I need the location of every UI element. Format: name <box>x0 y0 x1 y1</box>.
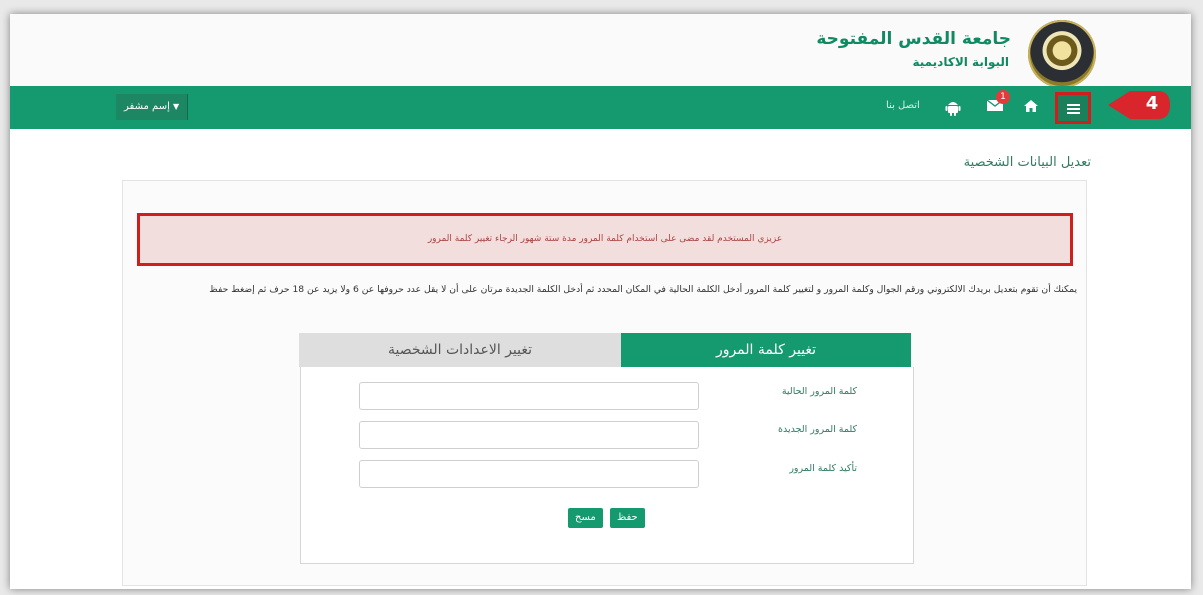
university-name: جامعة القدس المفتوحة <box>816 29 1011 49</box>
browser-frame: جامعة القدس المفتوحة البوابة الاكاديمية … <box>10 14 1191 589</box>
menu-toggle-button[interactable] <box>1055 92 1091 124</box>
top-navbar: 4 1 اتصل بنا ▼ إسم مشفر <box>10 86 1191 129</box>
caret-down-icon: ▼ <box>173 102 180 111</box>
confirm-password-label: تأكيد كلمة المرور <box>789 463 857 474</box>
menu-icon <box>1067 104 1080 114</box>
user-menu-label: إسم مشفر <box>124 101 170 112</box>
password-expiry-alert: عزيزي المستخدم لقد مضى على استخدام كلمة … <box>137 213 1073 266</box>
save-button[interactable]: حفظ <box>610 508 645 528</box>
alert-text: عزيزي المستخدم لقد مضى على استخدام كلمة … <box>427 234 783 244</box>
step-callout-number: 4 <box>1145 93 1159 114</box>
instructions-text: يمكنك أن تقوم بتعديل بريدك الالكتروني ور… <box>209 284 1077 295</box>
user-menu-dropdown[interactable]: ▼ إسم مشفر <box>116 94 189 120</box>
portal-name: البوابة الاكاديمية <box>912 55 1009 69</box>
university-logo <box>1028 20 1096 88</box>
mail-count-badge: 1 <box>996 90 1010 104</box>
android-icon[interactable] <box>945 98 961 119</box>
clear-button[interactable]: مسح <box>568 508 603 528</box>
contact-us-link[interactable]: اتصل بنا <box>886 100 920 111</box>
tab-personal-settings[interactable]: تغيير الاعدادات الشخصية <box>299 333 621 367</box>
current-password-input[interactable] <box>359 382 699 410</box>
new-password-label: كلمة المرور الجديدة <box>778 424 857 435</box>
content-panel: عزيزي المستخدم لقد مضى على استخدام كلمة … <box>122 180 1087 586</box>
change-password-form: كلمة المرور الحالية كلمة المرور الجديدة … <box>300 367 914 564</box>
home-icon[interactable] <box>1023 98 1039 117</box>
page-title: تعديل البيانات الشخصية <box>963 155 1091 170</box>
new-password-input[interactable] <box>359 421 699 449</box>
confirm-password-input[interactable] <box>359 460 699 488</box>
site-header: جامعة القدس المفتوحة البوابة الاكاديمية <box>10 14 1191 88</box>
current-password-label: كلمة المرور الحالية <box>781 386 857 397</box>
tab-change-password[interactable]: تغيير كلمة المرور <box>621 333 911 367</box>
